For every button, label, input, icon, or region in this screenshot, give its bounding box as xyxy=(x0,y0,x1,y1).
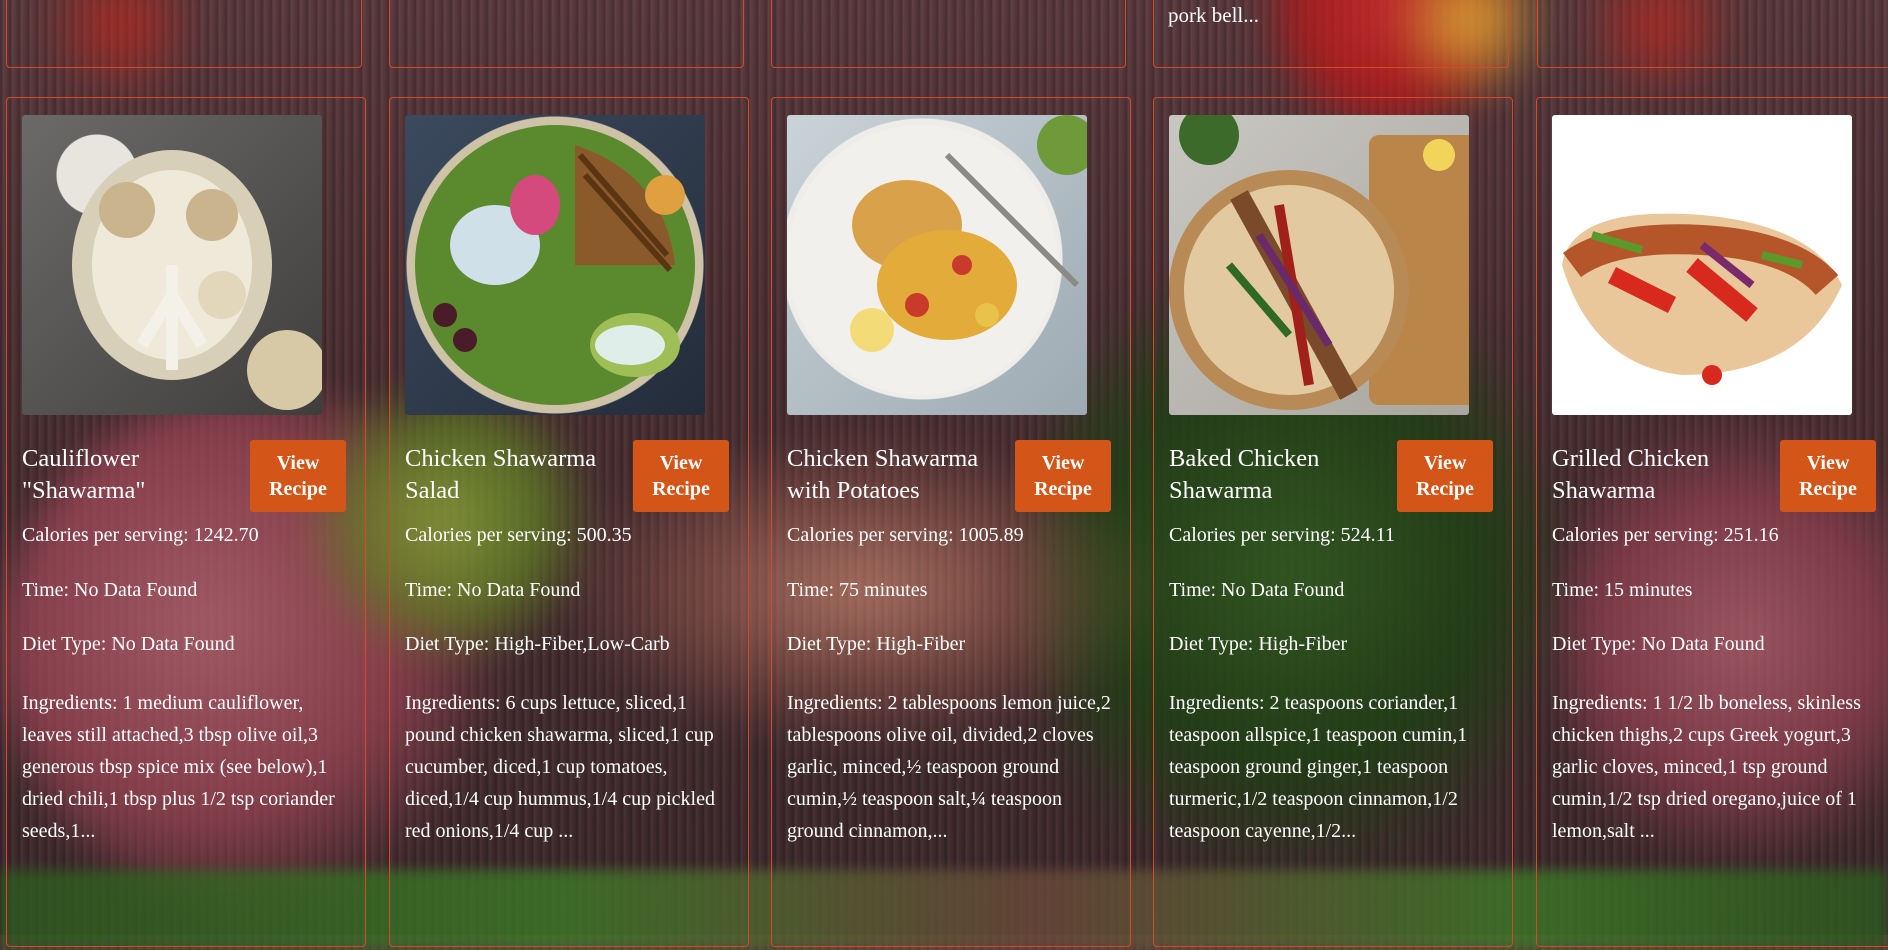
recipe-image xyxy=(22,115,322,415)
recipe-diet-type: Diet Type: High-Fiber,Low-Carb xyxy=(405,633,670,655)
recipe-diet-type: Diet Type: High-Fiber xyxy=(787,633,966,655)
recipe-title: Cauliflower "Shawarma" xyxy=(22,445,146,504)
recipe-time: Time: No Data Found xyxy=(405,579,581,601)
view-recipe-button[interactable]: View Recipe xyxy=(1397,440,1493,512)
recipe-card-partial xyxy=(6,0,362,68)
view-recipe-button[interactable]: View Recipe xyxy=(1015,440,1111,512)
recipe-time: Time: No Data Found xyxy=(1169,579,1345,601)
recipe-ingredients: Ingredients: 2 tablespoons lemon juice,2… xyxy=(787,692,1111,842)
view-recipe-button[interactable]: View Recipe xyxy=(1780,440,1876,512)
recipe-title: Grilled Chicken Shawarma xyxy=(1552,445,1710,504)
recipe-ingredients: Ingredients: 1 medium cauliflower, leave… xyxy=(22,692,335,842)
recipe-card: Chicken Shawarma Salad View Recipe Calor… xyxy=(389,97,749,947)
view-recipe-button[interactable]: View Recipe xyxy=(633,440,729,512)
recipe-calories: Calories per serving: 1005.89 xyxy=(787,524,1024,546)
recipe-card: Baked Chicken Shawarma View Recipe Calor… xyxy=(1153,97,1513,947)
recipe-calories: Calories per serving: 1242.70 xyxy=(22,524,259,546)
recipe-time: Time: 75 minutes xyxy=(787,579,928,601)
recipe-diet-type: Diet Type: High-Fiber xyxy=(1169,633,1348,655)
recipe-card-partial xyxy=(1537,0,1888,68)
recipe-ingredients: Ingredients: 6 cups lettuce, sliced,1 po… xyxy=(405,692,715,842)
recipe-calories: Calories per serving: 524.11 xyxy=(1169,524,1395,546)
recipe-diet-type: Diet Type: No Data Found xyxy=(22,633,235,655)
recipe-time: Time: No Data Found xyxy=(22,579,198,601)
recipe-title: Chicken Shawarma with Potatoes xyxy=(787,445,979,504)
recipe-calories: Calories per serving: 251.16 xyxy=(1552,524,1779,546)
recipe-card-partial xyxy=(771,0,1126,68)
recipe-title: Baked Chicken Shawarma xyxy=(1169,445,1320,504)
recipe-image xyxy=(405,115,705,415)
recipe-title: Chicken Shawarma Salad xyxy=(405,445,597,504)
recipe-card-partial xyxy=(389,0,744,68)
recipe-card: Grilled Chicken Shawarma View Recipe Cal… xyxy=(1536,97,1888,947)
recipe-time: Time: 15 minutes xyxy=(1552,579,1693,601)
recipe-ingredients: Ingredients: 2 teaspoons coriander,1 tea… xyxy=(1169,692,1468,842)
recipe-card-partial: pork bell... xyxy=(1153,0,1509,68)
recipe-card: Cauliflower "Shawarma" View Recipe Calor… xyxy=(6,97,366,947)
recipe-image xyxy=(1552,115,1852,415)
card-text-snippet: pork bell... xyxy=(1168,3,1259,27)
recipe-calories: Calories per serving: 500.35 xyxy=(405,524,632,546)
recipe-ingredients: Ingredients: 1 1/2 lb boneless, skinless… xyxy=(1552,692,1861,842)
recipe-card: Chicken Shawarma with Potatoes View Reci… xyxy=(771,97,1131,947)
recipe-image xyxy=(787,115,1087,415)
view-recipe-button[interactable]: View Recipe xyxy=(250,440,346,512)
recipe-diet-type: Diet Type: No Data Found xyxy=(1552,633,1765,655)
recipe-image xyxy=(1169,115,1469,415)
